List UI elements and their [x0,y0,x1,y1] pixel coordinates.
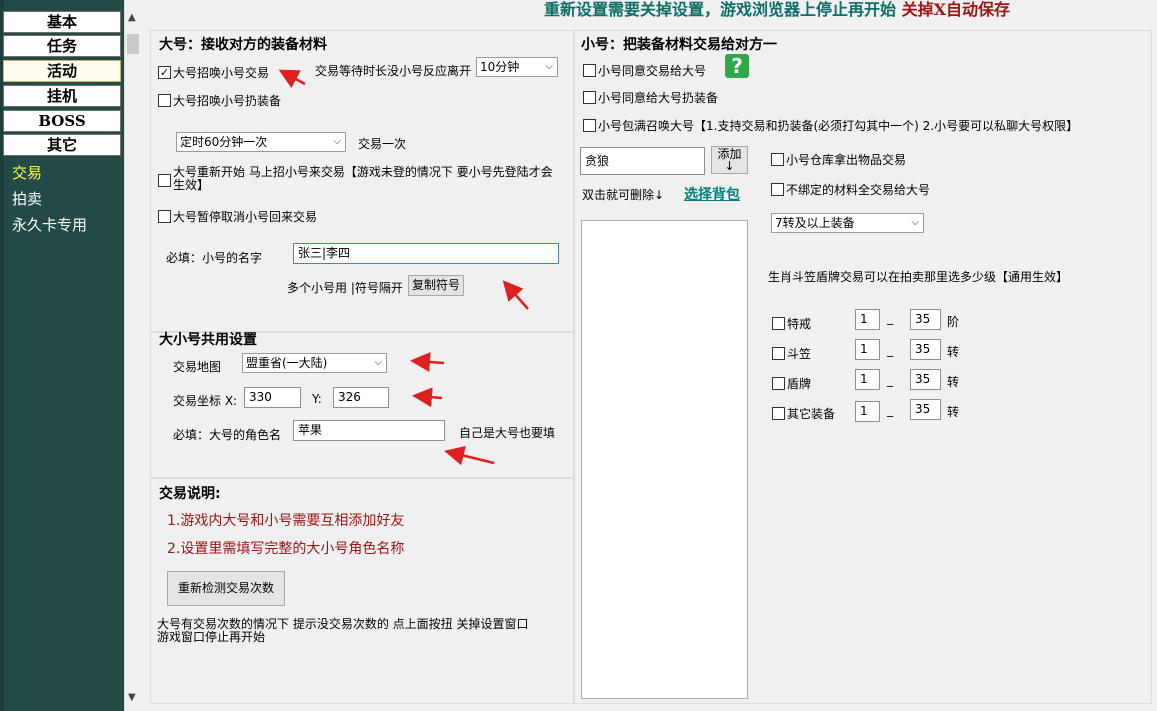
annotation-arrow [410,352,445,373]
annotation-arrow [444,445,495,466]
annotation-arrows [278,69,529,466]
annotation-arrow [412,387,443,408]
annotation-arrow [502,280,529,310]
annotation-arrow [278,69,306,88]
